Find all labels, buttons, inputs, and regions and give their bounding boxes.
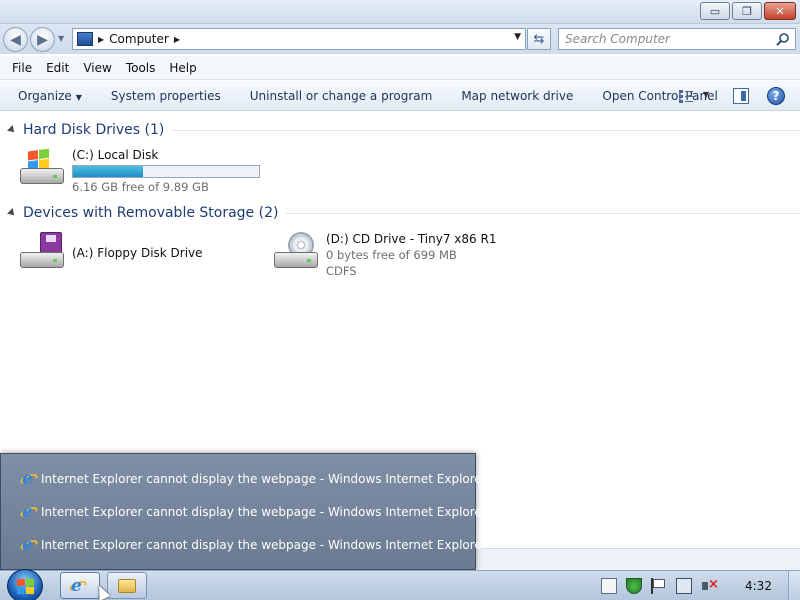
address-history-dropdown[interactable]: ▼ bbox=[514, 32, 521, 42]
preview-pane-icon[interactable] bbox=[733, 88, 749, 104]
drive-usage-fill bbox=[73, 166, 144, 177]
change-view-icon[interactable] bbox=[678, 88, 694, 104]
security-shield-icon[interactable] bbox=[626, 578, 642, 594]
address-bar[interactable]: ▶ Computer ▶ ▼ bbox=[72, 28, 526, 50]
maximize-button[interactable]: ❐ bbox=[732, 2, 762, 20]
search-input[interactable] bbox=[565, 32, 775, 46]
popup-window-title: Internet Explorer cannot display the web… bbox=[41, 505, 487, 519]
popup-window-title: Internet Explorer cannot display the web… bbox=[41, 538, 487, 552]
refresh-button[interactable]: ⇆ bbox=[527, 28, 551, 50]
search-box[interactable] bbox=[558, 28, 796, 50]
internet-explorer-icon: e bbox=[68, 576, 88, 596]
action-center-flag-icon[interactable] bbox=[651, 578, 667, 594]
recent-pages-dropdown[interactable]: ▼ bbox=[58, 34, 64, 43]
drive-free-space: 0 bytes free of 699 MB bbox=[326, 248, 457, 262]
organize-button[interactable]: Organize ▼ bbox=[18, 89, 82, 103]
taskbar-clock[interactable]: 4:32 bbox=[745, 579, 772, 593]
computer-icon bbox=[77, 32, 93, 46]
forward-button[interactable]: ▶ bbox=[30, 27, 55, 52]
system-properties-button[interactable]: System properties bbox=[111, 89, 221, 103]
drive-usage-bar bbox=[72, 165, 260, 178]
group-title: Devices with Removable Storage (2) bbox=[23, 205, 279, 221]
show-desktop-button[interactable] bbox=[788, 571, 800, 600]
refresh-icon: ⇆ bbox=[533, 31, 545, 47]
map-network-drive-button[interactable]: Map network drive bbox=[461, 89, 573, 103]
chevron-down-icon: ▼ bbox=[75, 92, 82, 102]
group-removable-storage[interactable]: Devices with Removable Storage (2) bbox=[7, 205, 800, 221]
breadcrumb-arrow-icon[interactable]: ▶ bbox=[174, 35, 180, 44]
document-icon[interactable] bbox=[601, 578, 617, 594]
back-button[interactable]: ◀ bbox=[3, 27, 28, 52]
popup-window-item[interactable]: e Internet Explorer cannot display the w… bbox=[19, 535, 487, 555]
hard-drive-icon bbox=[18, 148, 66, 188]
title-bar: ▭ ❐ ✕ bbox=[0, 0, 800, 24]
taskbar-jump-popup: e Internet Explorer cannot display the w… bbox=[0, 453, 487, 570]
drive-filesystem: CDFS bbox=[326, 264, 357, 278]
menu-file[interactable]: File bbox=[12, 61, 32, 75]
help-button[interactable]: ? bbox=[767, 87, 785, 105]
minimize-button[interactable]: ▭ bbox=[700, 2, 730, 20]
menu-tools[interactable]: Tools bbox=[126, 61, 156, 75]
start-button[interactable] bbox=[7, 569, 43, 600]
open-control-panel-button[interactable]: Open Control Panel bbox=[602, 89, 717, 103]
group-divider bbox=[286, 212, 800, 214]
floppy-drive-icon bbox=[18, 232, 66, 272]
taskbar-internet-explorer[interactable]: e bbox=[60, 572, 100, 599]
internet-explorer-icon: e bbox=[19, 535, 39, 555]
forward-arrow-icon: ▶ bbox=[37, 31, 48, 48]
breadcrumb-arrow-icon[interactable]: ▶ bbox=[98, 35, 104, 44]
collapse-arrow-icon[interactable] bbox=[7, 125, 17, 135]
network-icon[interactable] bbox=[676, 578, 692, 594]
taskbar: e 4:32 bbox=[0, 569, 800, 600]
group-hard-disk-drives[interactable]: Hard Disk Drives (1) bbox=[7, 122, 800, 138]
group-divider bbox=[172, 129, 800, 131]
internet-explorer-icon: e bbox=[19, 469, 39, 489]
notification-area: 4:32 bbox=[592, 571, 800, 600]
group-title: Hard Disk Drives (1) bbox=[23, 122, 165, 138]
drive-free-space: 6.16 GB free of 9.89 GB bbox=[72, 180, 209, 194]
menu-bar: File Edit View Tools Help bbox=[0, 56, 800, 80]
breadcrumb-computer[interactable]: Computer bbox=[109, 32, 169, 46]
popup-window-item[interactable]: e Internet Explorer cannot display the w… bbox=[19, 502, 487, 522]
drive-name: (A:) Floppy Disk Drive bbox=[72, 246, 203, 260]
drive-name: (C:) Local Disk bbox=[72, 148, 159, 162]
view-options-dropdown[interactable]: ▼ bbox=[703, 90, 709, 99]
drive-name: (D:) CD Drive - Tiny7 x86 R1 bbox=[326, 232, 497, 246]
cd-drive-icon bbox=[272, 232, 320, 272]
organize-label: Organize bbox=[18, 88, 72, 103]
popup-window-title: Internet Explorer cannot display the web… bbox=[41, 472, 487, 486]
close-button[interactable]: ✕ bbox=[764, 2, 796, 20]
drive-item-d[interactable]: (D:) CD Drive - Tiny7 x86 R1 0 bytes fre… bbox=[272, 232, 496, 278]
command-bar: Organize ▼ System properties Uninstall or… bbox=[0, 81, 800, 111]
uninstall-program-button[interactable]: Uninstall or change a program bbox=[250, 89, 433, 103]
address-row: ◀ ▶ ▼ ▶ Computer ▶ ▼ ⇆ bbox=[0, 24, 800, 54]
menu-view[interactable]: View bbox=[83, 61, 111, 75]
drive-item-c[interactable]: (C:) Local Disk 6.16 GB free of 9.89 GB bbox=[18, 148, 260, 194]
internet-explorer-icon: e bbox=[19, 502, 39, 522]
folder-icon bbox=[118, 578, 136, 593]
search-icon[interactable] bbox=[776, 32, 790, 46]
taskbar-windows-explorer[interactable] bbox=[107, 572, 147, 599]
back-arrow-icon: ◀ bbox=[10, 31, 21, 48]
popup-window-item[interactable]: e Internet Explorer cannot display the w… bbox=[19, 469, 487, 489]
menu-help[interactable]: Help bbox=[169, 61, 196, 75]
drive-item-a[interactable]: (A:) Floppy Disk Drive bbox=[18, 232, 203, 272]
volume-muted-icon[interactable] bbox=[701, 577, 719, 594]
menu-edit[interactable]: Edit bbox=[46, 61, 69, 75]
collapse-arrow-icon[interactable] bbox=[7, 208, 17, 218]
window-controls: ▭ ❐ ✕ bbox=[700, 2, 796, 20]
